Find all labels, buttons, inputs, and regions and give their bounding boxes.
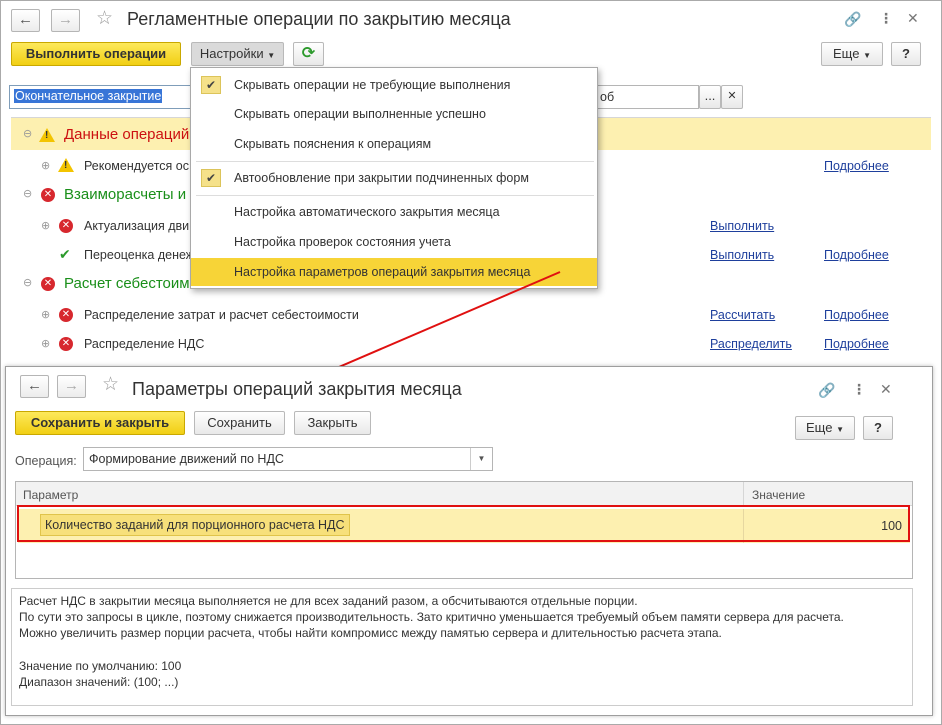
chevron-down-icon: ▼ [836,425,844,434]
operation-value: Формирование движений по НДС [89,452,284,466]
close-icon[interactable]: ✕ [880,381,892,398]
more-button[interactable]: Еще ▼ [795,416,855,440]
description-line: По сути это запросы в цикле, поэтому сни… [19,610,844,625]
column-header-value: Значение [752,488,806,502]
forward-button[interactable]: → [57,375,86,398]
close-button[interactable]: Закрыть [294,411,371,435]
operation-label: Операция: [15,454,77,468]
save-button[interactable]: Сохранить [194,411,285,435]
dialog-title: Параметры операций закрытия месяца [132,379,462,399]
parameter-description: Расчет НДС в закрытии месяца выполняется… [11,588,913,706]
back-button[interactable]: ← [20,375,49,398]
more-label: Еще [806,420,833,435]
description-line: Значение по умолчанию: 100 [19,658,182,673]
column-divider [743,482,744,506]
arrow-left-icon: ← [27,377,42,394]
chevron-down-icon[interactable]: ▼ [470,448,492,470]
help-button[interactable]: ? [863,416,893,440]
more-vert-icon[interactable]: ⋮ [852,381,866,398]
column-header-param: Параметр [23,488,79,502]
link-icon[interactable]: 🔗 [818,382,835,399]
operation-select[interactable]: Формирование движений по НДС ▼ [83,447,493,471]
highlight-frame [17,505,910,542]
table-header: Параметр Значение [16,482,912,506]
arrow-right-icon: → [64,377,79,394]
description-line: Расчет НДС в закрытии месяца выполняется… [19,594,638,608]
description-line: Диапазон значений: (100; ...) [19,674,179,689]
save-and-close-button[interactable]: Сохранить и закрыть [15,411,185,435]
description-line: Можно увеличить размер порции расчета, ч… [19,626,722,641]
star-icon[interactable]: ☆ [102,373,119,396]
